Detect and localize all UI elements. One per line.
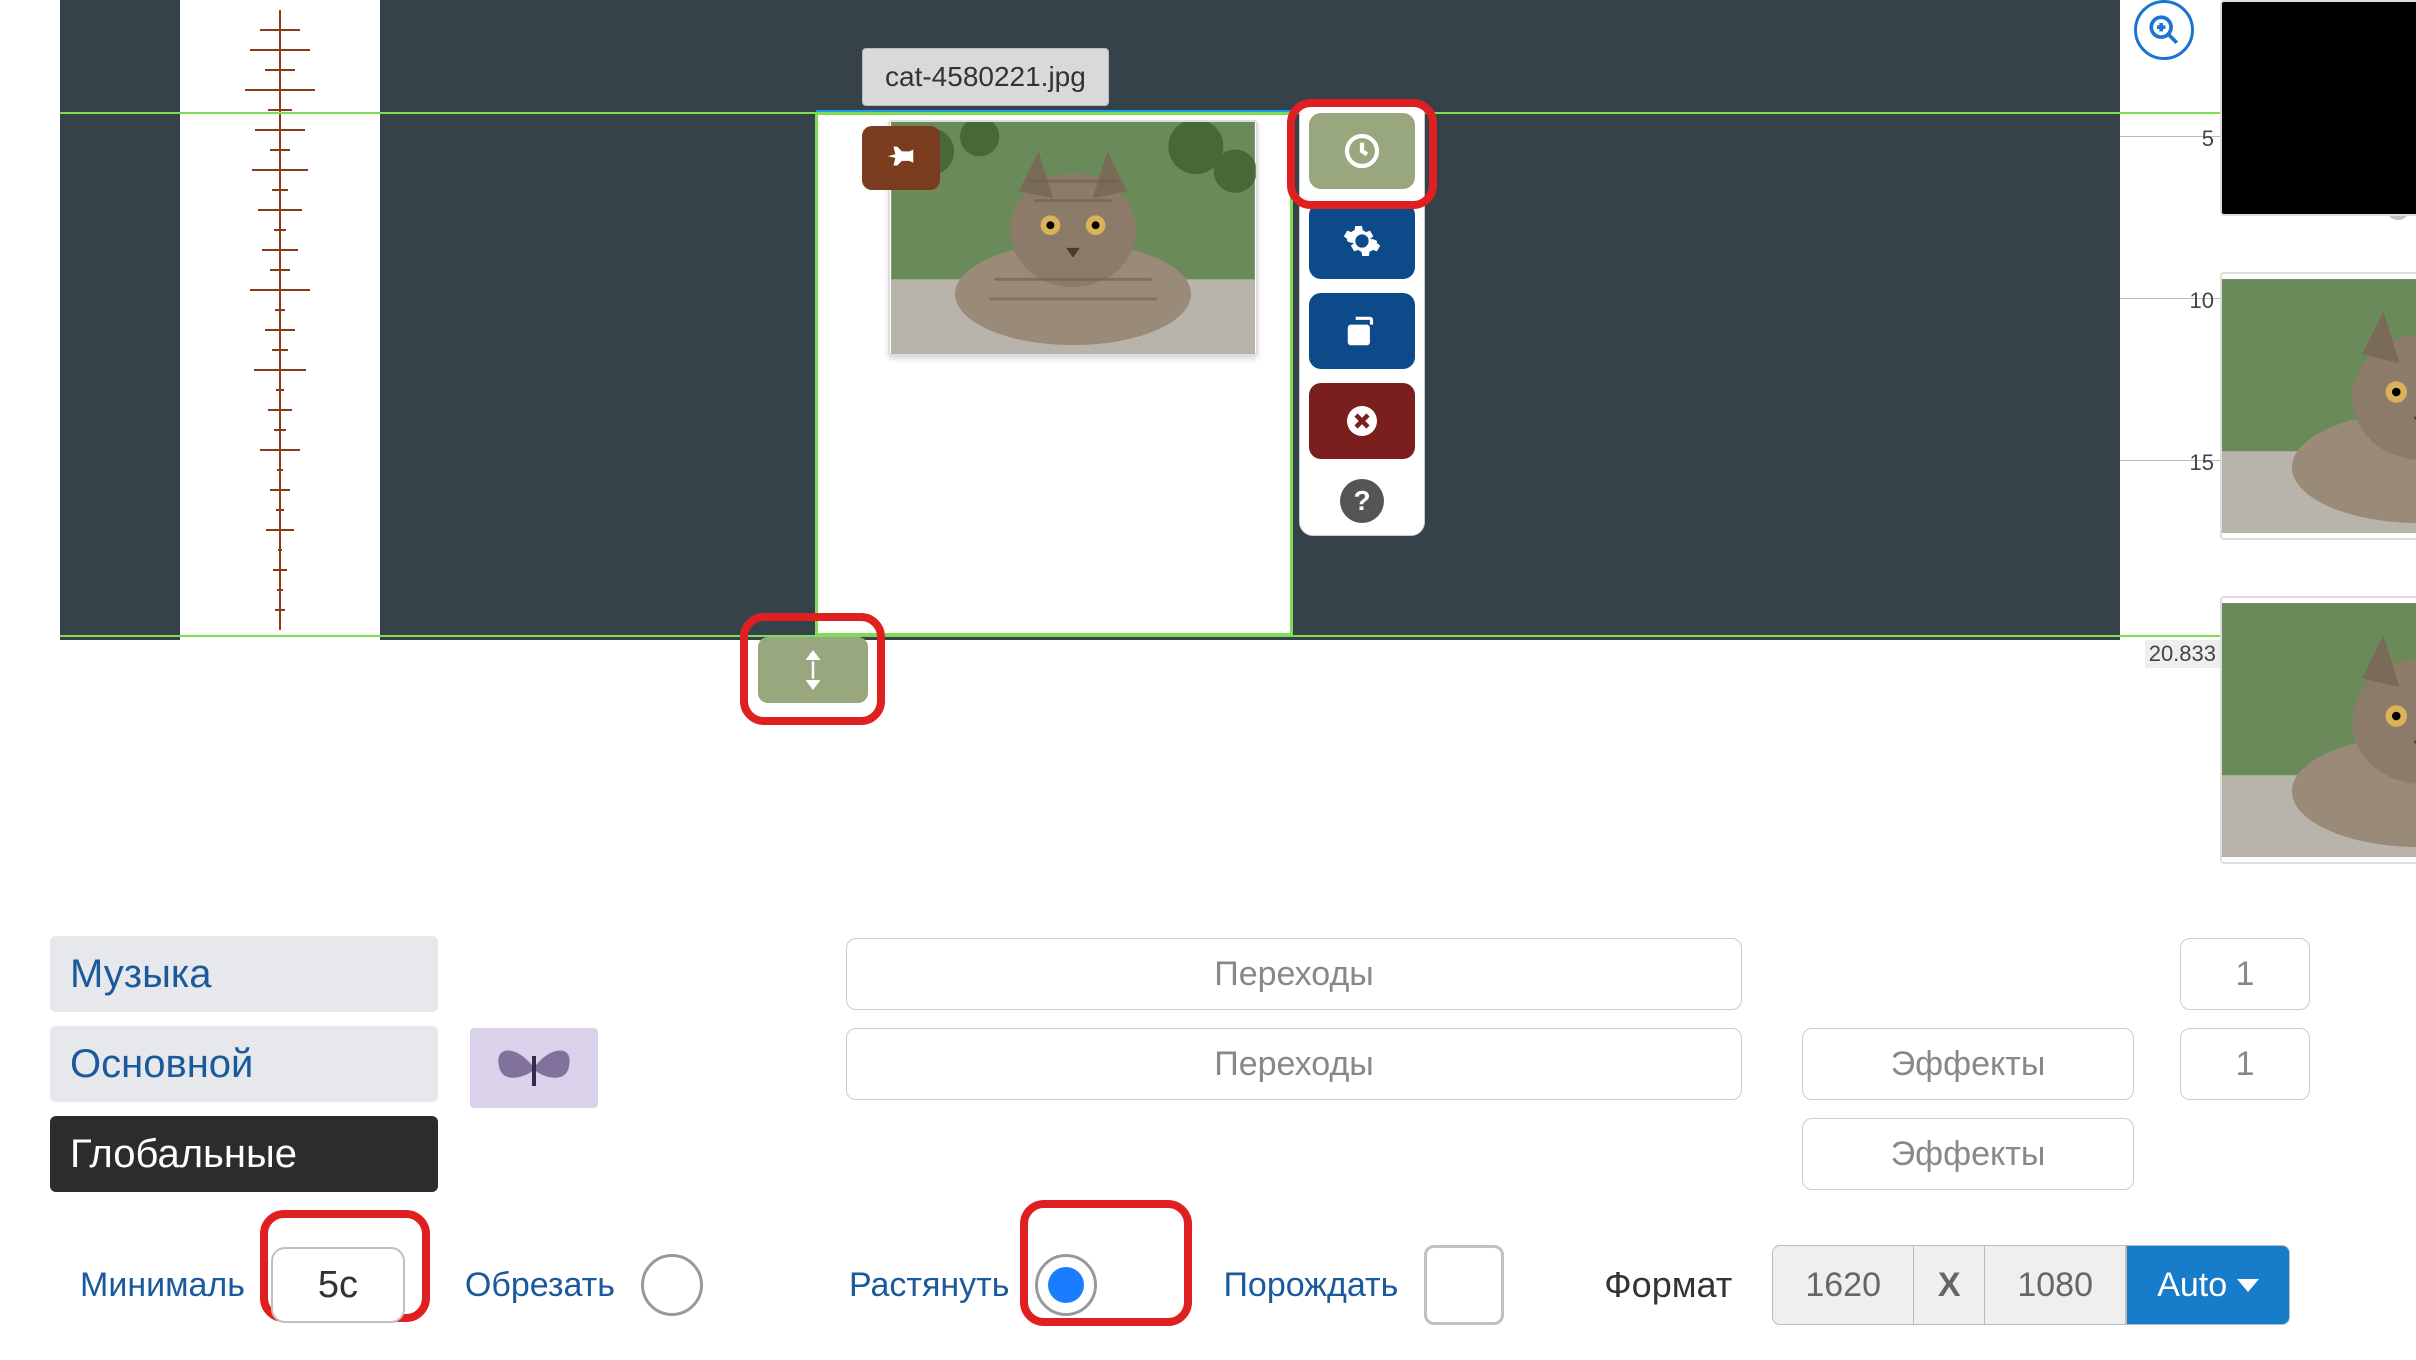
tab-main[interactable]: Основной: [50, 1026, 438, 1102]
spawn-checkbox[interactable]: [1424, 1245, 1504, 1325]
effects-label: Эффекты: [1891, 1045, 2046, 1084]
thumbnail-cat-2[interactable]: [2220, 596, 2416, 864]
filename-tooltip: cat-4580221.jpg: [862, 48, 1109, 106]
selected-slide-frame[interactable]: [815, 112, 1293, 636]
layer-tabs: Музыка Основной Глобальные: [50, 936, 438, 1192]
audio-track[interactable]: [180, 0, 380, 640]
gear-icon: [1342, 221, 1382, 261]
slide-image[interactable]: [888, 120, 1258, 356]
format-x: X: [1938, 1266, 1961, 1305]
tab-global-label: Глобальные: [70, 1132, 297, 1177]
time-ruler: 5 10 15 20.833: [2120, 0, 2220, 660]
ruler-tick-15: 15: [2190, 450, 2214, 476]
pin-button[interactable]: [862, 126, 940, 190]
ruler-tick-10: 10: [2190, 288, 2214, 314]
transitions-label: Переходы: [1214, 955, 1373, 994]
ruler-tick-5: 5: [2202, 126, 2214, 152]
format-width-input[interactable]: 1620: [1772, 1245, 1914, 1325]
effects-button-2[interactable]: Эффекты: [1802, 1118, 2134, 1190]
timing-button[interactable]: [1309, 113, 1415, 189]
cat-thumb-icon: [2222, 274, 2416, 538]
thumbnail-cat-1[interactable]: [2220, 272, 2416, 540]
transitions-button-1[interactable]: Переходы: [846, 938, 1742, 1010]
count-value: 1: [2236, 955, 2255, 994]
count-value: 1: [2236, 1045, 2255, 1084]
cat-image-icon: [890, 122, 1256, 354]
delete-icon: [1344, 403, 1380, 439]
format-height-value: 1080: [2017, 1266, 2093, 1305]
duplicate-button[interactable]: [1309, 293, 1415, 369]
transitions-button-2[interactable]: Переходы: [846, 1028, 1742, 1100]
crop-radio[interactable]: [641, 1254, 703, 1316]
copy-icon: [1343, 312, 1381, 350]
count-box-1[interactable]: 1: [2180, 938, 2310, 1010]
stretch-radio[interactable]: [1035, 1254, 1097, 1316]
thumbnail-black[interactable]: [2220, 0, 2416, 216]
butterfly-thumbnail[interactable]: [470, 1028, 598, 1108]
resize-vertical-button[interactable]: [758, 637, 868, 703]
ruler-tick-end: 20.833: [2145, 640, 2220, 668]
pin-icon: [885, 142, 917, 174]
tab-main-label: Основной: [70, 1042, 253, 1087]
cat-thumb-icon: [2222, 598, 2416, 862]
format-label: Формат: [1604, 1264, 1732, 1306]
format-separator: X: [1914, 1245, 1984, 1325]
help-button[interactable]: ?: [1340, 479, 1384, 523]
slide-toolbar: ?: [1299, 100, 1425, 536]
chevron-down-icon: [2237, 1279, 2259, 1292]
crop-label: Обрезать: [465, 1266, 615, 1305]
format-width-value: 1620: [1805, 1266, 1881, 1305]
delete-button[interactable]: [1309, 383, 1415, 459]
resize-vertical-icon: [798, 650, 828, 690]
tab-music-label: Музыка: [70, 952, 211, 997]
format-auto-dropdown[interactable]: Auto: [2126, 1245, 2290, 1325]
tab-global[interactable]: Глобальные: [50, 1116, 438, 1192]
count-box-2[interactable]: 1: [2180, 1028, 2310, 1100]
clock-icon: [1342, 131, 1382, 171]
stretch-label: Растянуть: [849, 1266, 1010, 1305]
settings-button[interactable]: [1309, 203, 1415, 279]
min-duration-input[interactable]: [271, 1247, 405, 1323]
min-duration-label: Минималь: [80, 1266, 245, 1305]
parameter-row: Минималь Обрезать Растянуть Порождать Фо…: [60, 1240, 2376, 1330]
waveform-icon: [240, 10, 320, 630]
effects-button-1[interactable]: Эффекты: [1802, 1028, 2134, 1100]
help-icon: ?: [1353, 485, 1370, 517]
butterfly-icon: [489, 1036, 579, 1100]
format-auto-label: Auto: [2157, 1266, 2227, 1305]
effects-label: Эффекты: [1891, 1135, 2046, 1174]
thumbnail-list: [2220, 0, 2416, 920]
spawn-label: Порождать: [1223, 1266, 1398, 1305]
tab-music[interactable]: Музыка: [50, 936, 438, 1012]
format-height-input[interactable]: 1080: [1984, 1245, 2126, 1325]
filename-text: cat-4580221.jpg: [885, 61, 1086, 92]
transitions-label: Переходы: [1214, 1045, 1373, 1084]
